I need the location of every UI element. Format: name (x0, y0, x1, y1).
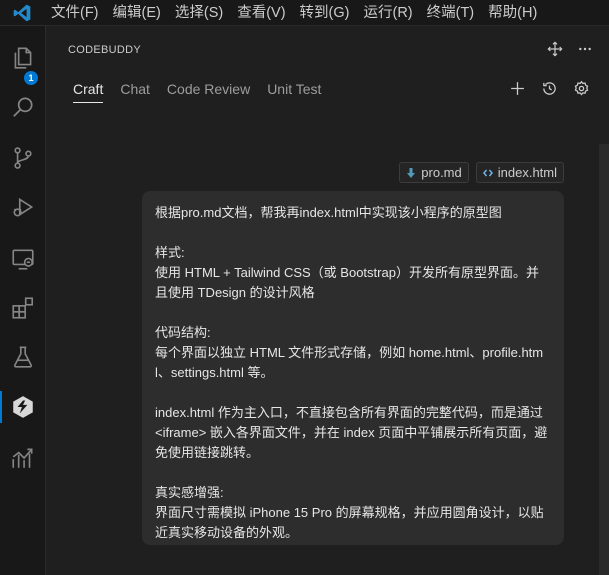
settings-button[interactable] (571, 78, 591, 98)
message-line: 代码结构: (155, 325, 211, 340)
menu-bar: 文件(F) 编辑(E) 选择(S) 查看(V) 转到(G) 运行(R) 终端(T… (0, 0, 609, 26)
new-chat-button[interactable] (507, 78, 527, 98)
codebuddy-panel: CODEBUDDY Craft Chat Code Review Unit Te… (47, 26, 609, 575)
attachment-index-html[interactable]: index.html (475, 162, 564, 183)
message-line (155, 383, 551, 403)
chart-icon (12, 448, 33, 468)
message-line: 每个界面以独立 HTML 文件形式存储，例如 home.html、profile… (155, 345, 544, 380)
tab-unit-test[interactable]: Unit Test (267, 80, 321, 106)
message-line: 根据pro.md文档，帮我再index.html中实现该小程序的原型图 (155, 205, 502, 220)
menu-view[interactable]: 查看(V) (230, 0, 292, 26)
panel-title: CODEBUDDY (68, 44, 141, 56)
user-message-bubble: 根据pro.md文档，帮我再index.html中实现该小程序的原型图 样式: … (142, 191, 564, 545)
tab-craft[interactable]: Craft (73, 80, 104, 106)
message-line (155, 463, 551, 483)
message-line: 真实感增强: (155, 485, 224, 500)
codebuddy-button[interactable] (0, 387, 46, 427)
extensions-icon (12, 297, 34, 319)
message-line: 使用 HTML + Tailwind CSS（或 Bootstrap）开发所有原… (155, 265, 539, 300)
flask-icon (13, 346, 33, 368)
more-actions-button[interactable] (575, 39, 595, 59)
files-icon (14, 47, 32, 69)
history-icon (542, 81, 556, 95)
menu-edit[interactable]: 编辑(E) (106, 0, 168, 26)
run-debug-icon (13, 197, 34, 217)
message-line: 样式: (155, 245, 185, 260)
ellipsis-icon (579, 47, 591, 51)
activity-bar: 1 (0, 26, 46, 575)
markdown-down-arrow-icon (407, 167, 416, 178)
search-icon (13, 97, 33, 117)
panel-header-actions (545, 39, 595, 59)
history-button[interactable] (539, 78, 559, 98)
code-brackets-icon (482, 169, 493, 176)
tab-code-review[interactable]: Code Review (167, 80, 250, 106)
source-control-icon (14, 147, 32, 169)
run-debug-button[interactable] (0, 187, 46, 227)
remote-explorer-button[interactable] (0, 239, 46, 279)
extensions-button[interactable] (0, 288, 46, 328)
explorer-badge: 1 (24, 71, 38, 85)
mode-tabs: Craft Chat Code Review Unit Test (73, 80, 338, 106)
analytics-button[interactable] (0, 438, 46, 478)
tab-chat[interactable]: Chat (120, 80, 150, 106)
search-button[interactable] (0, 87, 46, 127)
message-line (155, 303, 551, 323)
testing-button[interactable] (0, 337, 46, 377)
message-line: index.html 作为主入口，不直接包含所有界面的完整代码，而是通过 <if… (155, 405, 548, 460)
explorer-button[interactable]: 1 (0, 38, 46, 85)
menu-selection[interactable]: 选择(S) (168, 0, 230, 26)
vscode-window: 文件(F) 编辑(E) 选择(S) 查看(V) 转到(G) 运行(R) 终端(T… (0, 0, 609, 575)
vscode-logo-icon[interactable] (0, 0, 44, 26)
codebuddy-icon (13, 396, 33, 418)
gear-icon (574, 80, 588, 95)
move-icon (547, 41, 563, 57)
scrollbar-thumb[interactable] (599, 144, 609, 575)
attachment-label: index.html (497, 165, 557, 180)
menu-terminal[interactable]: 终端(T) (420, 0, 482, 26)
source-control-button[interactable] (0, 138, 46, 178)
menu-file[interactable]: 文件(F) (44, 0, 106, 26)
attachment-pro-md[interactable]: pro.md (399, 162, 469, 183)
message-line: 界面尺寸需模拟 iPhone 15 Pro 的屏幕规格，并应用圆角设计，以贴近真… (155, 505, 544, 540)
tab-actions (507, 78, 591, 98)
message-line (155, 223, 551, 243)
move-panel-button[interactable] (545, 39, 565, 59)
remote-explorer-icon (12, 249, 34, 270)
menu-help[interactable]: 帮助(H) (481, 0, 544, 26)
plus-icon (510, 81, 524, 95)
menu-run[interactable]: 运行(R) (356, 0, 419, 26)
menu-go[interactable]: 转到(G) (293, 0, 357, 26)
attachment-chips: pro.md index.html (399, 162, 564, 183)
attachment-label: pro.md (421, 165, 462, 180)
